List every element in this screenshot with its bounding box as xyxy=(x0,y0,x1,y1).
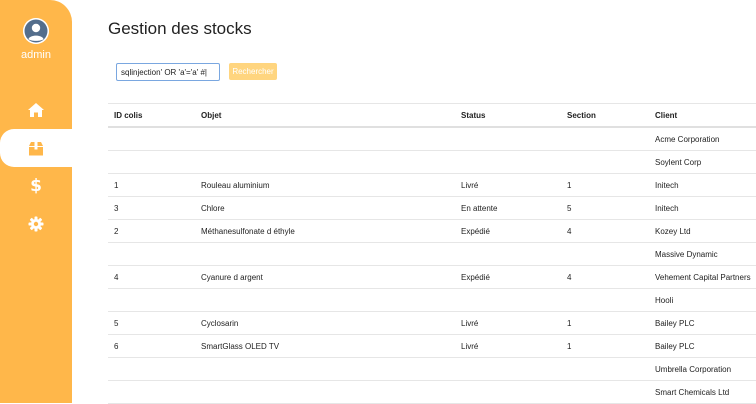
search-input[interactable] xyxy=(116,63,220,81)
cell-client: Initech xyxy=(649,196,756,220)
cell-object: Méthanesulfonate d éthyle xyxy=(195,219,455,243)
cell-id xyxy=(108,150,195,174)
table-header-row: ID colis Objet Status Section Client xyxy=(108,103,756,128)
table-row: Smart Chemicals Ltd xyxy=(108,380,756,404)
cell-status: En attente xyxy=(455,196,561,220)
cell-status xyxy=(455,288,561,312)
table-row: 1 Rouleau aluminium Livré 1 Initech xyxy=(108,173,756,197)
nav-home[interactable] xyxy=(0,91,72,129)
cell-client: Vehement Capital Partners xyxy=(649,265,756,289)
cell-object xyxy=(195,150,455,174)
cell-section xyxy=(561,127,649,151)
nav-settings[interactable] xyxy=(0,205,72,243)
home-icon xyxy=(28,103,44,117)
cell-section xyxy=(561,150,649,174)
table-row: 4 Cyanure d argent Expédié 4 Vehement Ca… xyxy=(108,265,756,289)
cell-object xyxy=(195,288,455,312)
cell-client: Initech xyxy=(649,173,756,197)
stock-table: ID colis Objet Status Section Client Acm… xyxy=(108,103,756,404)
table-row: 2 Méthanesulfonate d éthyle Expédié 4 Ko… xyxy=(108,219,756,243)
cell-object: Chlore xyxy=(195,196,455,220)
user-avatar-icon[interactable] xyxy=(23,18,49,44)
cell-object xyxy=(195,127,455,151)
table-row: 5 Cyclosarin Livré 1 Bailey PLC xyxy=(108,311,756,335)
table-row: Acme Corporation xyxy=(108,127,756,151)
cell-status xyxy=(455,357,561,381)
column-header-status[interactable]: Status xyxy=(455,103,561,128)
cell-client: Soylent Corp xyxy=(649,150,756,174)
cell-status: Livré xyxy=(455,173,561,197)
page-title: Gestion des stocks xyxy=(108,19,252,38)
cell-id xyxy=(108,242,195,266)
cell-client: Bailey PLC xyxy=(649,311,756,335)
sidebar: admin $ xyxy=(0,0,72,403)
cell-id: 4 xyxy=(108,265,195,289)
cell-section: 1 xyxy=(561,173,649,197)
cell-object xyxy=(195,380,455,404)
table-row: Hooli xyxy=(108,288,756,312)
cell-object xyxy=(195,242,455,266)
cell-section: 5 xyxy=(561,196,649,220)
cell-section: 4 xyxy=(561,219,649,243)
cell-id xyxy=(108,127,195,151)
cell-status xyxy=(455,242,561,266)
column-header-client[interactable]: Client xyxy=(649,103,756,128)
cell-client: Kozey Ltd xyxy=(649,219,756,243)
cell-object: Cyclosarin xyxy=(195,311,455,335)
cell-object: SmartGlass OLED TV xyxy=(195,334,455,358)
cell-section xyxy=(561,357,649,381)
cell-section: 4 xyxy=(561,265,649,289)
cell-client: Hooli xyxy=(649,288,756,312)
cell-object: Rouleau aluminium xyxy=(195,173,455,197)
table-row: 6 SmartGlass OLED TV Livré 1 Bailey PLC xyxy=(108,334,756,358)
cell-status xyxy=(455,380,561,404)
cell-id: 2 xyxy=(108,219,195,243)
cell-section: 1 xyxy=(561,311,649,335)
cell-id xyxy=(108,380,195,404)
cell-client: Umbrella Corporation xyxy=(649,357,756,381)
cell-status: Livré xyxy=(455,311,561,335)
cell-object: Cyanure d argent xyxy=(195,265,455,289)
cell-section xyxy=(561,242,649,266)
nav-stock[interactable] xyxy=(0,129,72,167)
cell-client: Smart Chemicals Ltd xyxy=(649,380,756,404)
table-row: Umbrella Corporation xyxy=(108,357,756,381)
table-row: Soylent Corp xyxy=(108,150,756,174)
nav-finance[interactable]: $ xyxy=(0,167,72,205)
cell-section: 1 xyxy=(561,334,649,358)
search-button[interactable]: Rechercher xyxy=(229,63,277,80)
cell-client: Acme Corporation xyxy=(649,127,756,151)
box-icon xyxy=(29,141,43,155)
cell-status xyxy=(455,127,561,151)
cell-object xyxy=(195,357,455,381)
cell-id xyxy=(108,288,195,312)
table-row: Massive Dynamic xyxy=(108,242,756,266)
cell-id: 1 xyxy=(108,173,195,197)
cell-status: Expédié xyxy=(455,265,561,289)
cell-section xyxy=(561,288,649,312)
cell-section xyxy=(561,380,649,404)
cell-id: 6 xyxy=(108,334,195,358)
column-header-id[interactable]: ID colis xyxy=(108,103,195,128)
cell-status: Livré xyxy=(455,334,561,358)
cell-status: Expédié xyxy=(455,219,561,243)
cell-client: Bailey PLC xyxy=(649,334,756,358)
username-label: admin xyxy=(21,49,51,61)
column-header-section[interactable]: Section xyxy=(561,103,649,128)
cell-client: Massive Dynamic xyxy=(649,242,756,266)
cell-status xyxy=(455,150,561,174)
cell-id: 3 xyxy=(108,196,195,220)
column-header-object[interactable]: Objet xyxy=(195,103,455,128)
gear-icon xyxy=(28,216,44,232)
cell-id: 5 xyxy=(108,311,195,335)
dollar-icon: $ xyxy=(30,176,42,196)
cell-id xyxy=(108,357,195,381)
table-row: 3 Chlore En attente 5 Initech xyxy=(108,196,756,220)
